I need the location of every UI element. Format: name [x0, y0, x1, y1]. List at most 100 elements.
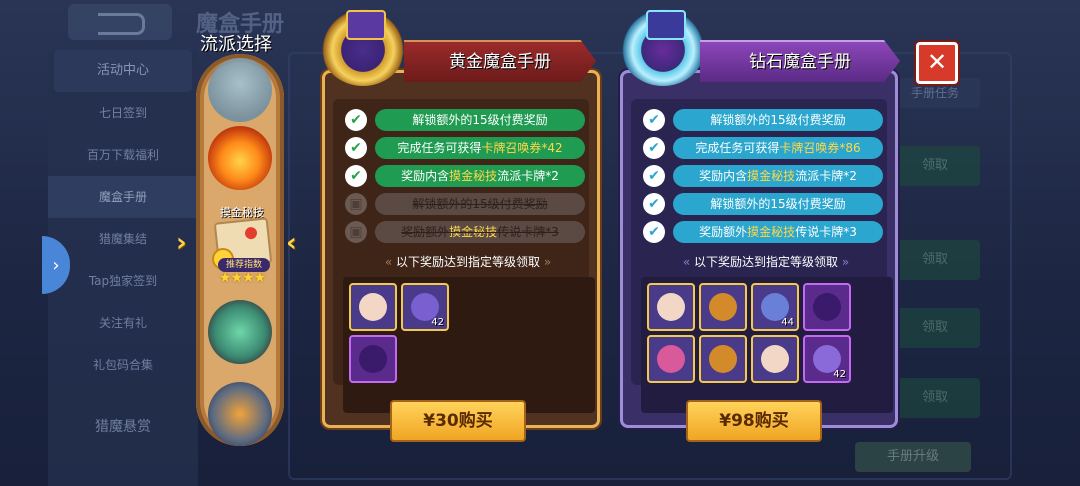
check-icon: ✔ — [643, 221, 665, 243]
reward-item[interactable] — [349, 283, 397, 331]
check-icon: ✔ — [345, 165, 367, 187]
check-icon: ✔ — [643, 193, 665, 215]
reward-count: 42 — [431, 317, 444, 328]
gold-handbook-card: ✔ 解锁额外的15级付费奖励 ✔ 完成任务可获得卡牌召唤券*42 ✔ 奖励内含摸金秘技… — [322, 70, 600, 428]
feature-row: ✔ 奖励内含摸金秘技流派卡牌*2 — [343, 165, 585, 187]
double-chevron-right-icon: » — [543, 255, 552, 269]
feature-row-locked: ▣ 解锁额外的15级付费奖励 — [343, 193, 585, 215]
feature-row: ✔ 解锁额外的15级付费奖励 — [641, 193, 883, 215]
feature-text: 解锁额外的15级付费奖励 — [412, 113, 548, 127]
chevron-right-icon: ‹ — [286, 228, 297, 258]
feature-row: ✔ 完成任务可获得卡牌召唤券*42 — [343, 137, 585, 159]
reward-item[interactable]: 42 — [803, 335, 851, 383]
legend-card-icon — [813, 293, 841, 321]
chevron-left-icon: › — [176, 228, 187, 258]
reward-note: « 以下奖励达到指定等级领取 » — [641, 253, 891, 270]
gold-card-title: 黄金魔盒手册 — [404, 40, 596, 82]
feature-label: 完成任务可获得卡牌召唤券*42 — [375, 137, 585, 159]
feature-label: 完成任务可获得卡牌召唤券*86 — [673, 137, 883, 159]
feature-highlight: 摸金秘技 — [747, 225, 796, 239]
back-button[interactable] — [68, 4, 172, 40]
diamond-card-title: 钻石魔盒手册 — [700, 40, 900, 82]
sidebar-item-bounty[interactable]: 猎魔悬赏 — [48, 406, 198, 448]
reward-count: 42 — [833, 369, 846, 380]
reward-item[interactable] — [699, 335, 747, 383]
feature-text: 流派卡牌*2 — [795, 169, 857, 183]
reward-item[interactable] — [751, 335, 799, 383]
sidebar-item-checkin[interactable]: 七日签到 — [48, 92, 198, 134]
book-icon — [346, 10, 386, 40]
feature-highlight: 摸金秘技 — [449, 169, 498, 183]
feature-label: 奖励额外摸金秘技传说卡牌*3 — [673, 221, 883, 243]
buy-diamond-button[interactable]: ¥98购买 — [686, 400, 822, 442]
feature-highlight: 卡牌召唤券*42 — [481, 141, 563, 155]
feature-text: 奖励额外 — [699, 225, 748, 239]
reward-item[interactable] — [647, 335, 695, 383]
feature-text: 奖励内含 — [699, 169, 748, 183]
feature-highlight: 摸金秘技 — [747, 169, 796, 183]
feature-label: 奖励内含摸金秘技流派卡牌*2 — [375, 165, 585, 187]
feature-label: 奖励额外摸金秘技传说卡牌*3 — [375, 221, 585, 243]
gold-card-body: ✔ 解锁额外的15级付费奖励 ✔ 完成任务可获得卡牌召唤券*42 ✔ 奖励内含摸金秘技… — [333, 99, 595, 413]
close-icon[interactable]: ✕ — [916, 42, 958, 84]
reward-grid: 42 — [343, 277, 595, 413]
reward-item[interactable]: 44 — [751, 283, 799, 331]
reward-item[interactable] — [349, 335, 397, 383]
feature-highlight: 摸金秘技 — [449, 225, 498, 239]
feature-text: 奖励内含 — [401, 169, 450, 183]
check-icon: ✔ — [643, 137, 665, 159]
reward-item[interactable] — [699, 283, 747, 331]
school-option-mech[interactable] — [208, 382, 272, 446]
feature-label: 奖励内含摸金秘技流派卡牌*2 — [673, 165, 883, 187]
feature-text: 奖励额外 — [401, 225, 450, 239]
double-chevron-left-icon: « — [384, 255, 393, 269]
school-option-ice[interactable] — [208, 58, 272, 122]
feature-row: ✔ 解锁额外的15级付费奖励 — [343, 109, 585, 131]
claim-button[interactable]: 领取 — [890, 146, 980, 186]
lock-icon: ▣ — [345, 221, 367, 243]
reward-item[interactable] — [647, 283, 695, 331]
sidebar-item-tap-checkin[interactable]: Tap独家签到 — [48, 260, 198, 302]
double-chevron-left-icon: « — [682, 255, 691, 269]
legend-card-icon — [359, 345, 387, 373]
reward-item[interactable] — [803, 283, 851, 331]
feature-row: ✔ 奖励额外摸金秘技传说卡牌*3 — [641, 221, 883, 243]
reward-card-icon — [657, 293, 685, 321]
school-option-beast[interactable] — [208, 300, 272, 364]
feature-text: 解锁额外的15级付费奖励 — [710, 197, 846, 211]
claim-button[interactable]: 领取 — [890, 308, 980, 348]
sidebar-item-codes[interactable]: 礼包码合集 — [48, 344, 198, 386]
gold-card-icon — [709, 293, 737, 321]
sidebar-menu: 活动中心 七日签到 百万下载福利 魔盒手册 猎魔集结 Tap独家签到 关注有礼 … — [48, 50, 198, 486]
buy-gold-button[interactable]: ¥30购买 — [390, 400, 526, 442]
reward-item[interactable]: 42 — [401, 283, 449, 331]
reward-card-icon — [359, 293, 387, 321]
sidebar-item-handbook[interactable]: 魔盒手册 — [48, 176, 198, 218]
reward-note-text: 以下奖励达到指定等级领取 — [395, 255, 540, 269]
sidebar-item-download[interactable]: 百万下载福利 — [48, 134, 198, 176]
claim-button[interactable]: 领取 — [890, 240, 980, 280]
school-option-fire[interactable] — [208, 126, 272, 190]
lock-icon: ▣ — [345, 193, 367, 215]
feature-row: ✔ 奖励内含摸金秘技流派卡牌*2 — [641, 165, 883, 187]
check-icon: ✔ — [345, 109, 367, 131]
school-select-title: 流派选择 — [200, 34, 272, 55]
reward-count: 44 — [781, 317, 794, 328]
book-icon — [646, 10, 686, 40]
feature-label: 解锁额外的15级付费奖励 — [375, 193, 585, 215]
claim-button[interactable]: 领取 — [890, 378, 980, 418]
feature-text: 解锁额外的15级付费奖励 — [412, 197, 548, 211]
upgrade-handbook-button[interactable]: 手册升级 — [855, 442, 971, 472]
reward-card-icon — [761, 345, 789, 373]
gold-card-icon — [709, 345, 737, 373]
school-option-selected[interactable]: 摸金秘技 推荐指数 ★★★★ — [206, 200, 278, 290]
reward-card-icon — [657, 345, 685, 373]
double-chevron-right-icon: » — [841, 255, 850, 269]
sidebar-item-follow[interactable]: 关注有礼 — [48, 302, 198, 344]
feature-label: 解锁额外的15级付费奖励 — [375, 109, 585, 131]
sidebar-header: 活动中心 — [54, 50, 192, 92]
check-icon: ✔ — [643, 165, 665, 187]
check-icon: ✔ — [345, 137, 367, 159]
feature-row: ✔ 解锁额外的15级付费奖励 — [641, 109, 883, 131]
feature-text: 解锁额外的15级付费奖励 — [710, 113, 846, 127]
